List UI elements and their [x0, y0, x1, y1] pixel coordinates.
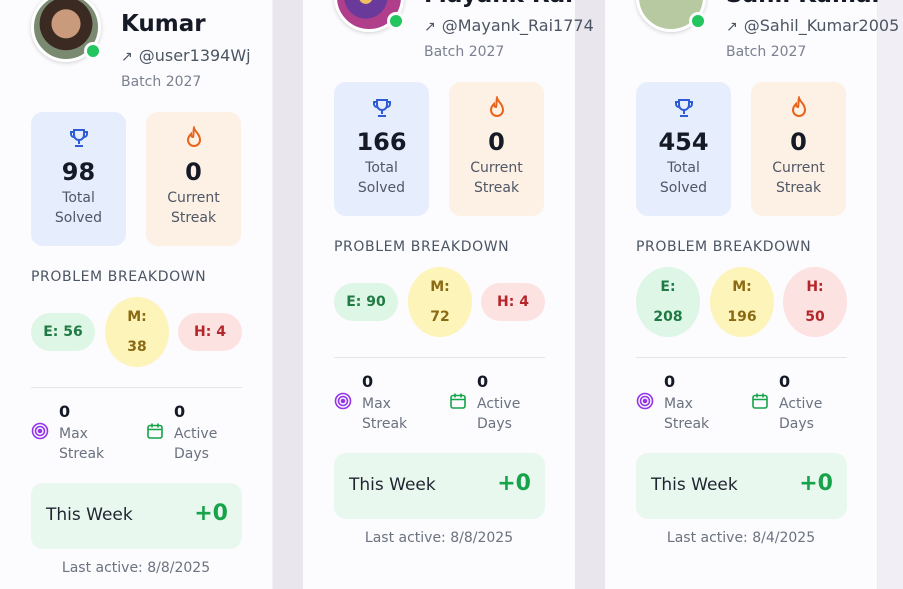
- student-name: Kumar: [121, 11, 206, 37]
- active-days-value: 0: [477, 372, 489, 391]
- profile-handle-link[interactable]: ↗ @user1394Wj: [121, 46, 251, 65]
- hard-count-badge: H: 4: [178, 313, 242, 351]
- easy-count-badge: E: 208: [636, 267, 700, 337]
- max-streak-stat: 0 Max Streak: [334, 372, 434, 434]
- this-week-label: This Week: [651, 475, 738, 495]
- medium-count-badge: M: 196: [710, 267, 774, 337]
- this-week-panel: This Week +0: [31, 483, 242, 549]
- max-streak-value: 0: [664, 372, 676, 391]
- flame-icon: [751, 94, 846, 122]
- target-icon: [334, 392, 352, 414]
- flame-icon: [146, 124, 241, 152]
- last-active-text: Last active: 8/8/2025: [364, 530, 514, 546]
- student-card[interactable]: Mayank Rai ↗@Mayank_Rai1774 Batch 2027 1…: [303, 0, 594, 589]
- target-icon: [636, 392, 654, 414]
- active-days-stat: 0 Active Days: [751, 372, 851, 434]
- this-week-panel: This Week +0: [334, 453, 545, 519]
- medium-count-badge: M: 72: [408, 267, 472, 337]
- easy-count-badge: E: 90: [334, 283, 398, 321]
- batch-label: Batch 2027: [726, 44, 807, 60]
- divider: [636, 357, 847, 358]
- this-week-label: This Week: [46, 505, 133, 525]
- max-streak-value: 0: [59, 402, 71, 421]
- last-active-text: Last active: 8/4/2025: [666, 530, 816, 546]
- active-days-label: Active Days: [477, 396, 521, 432]
- student-card[interactable]: Sahil Kumar ↗@Sahil_Kumar2005 Batch 2027…: [605, 0, 899, 589]
- total-solved-value: 98: [61, 158, 96, 186]
- current-streak-stat: 0 Current Streak: [751, 82, 846, 216]
- current-streak-stat: 0 Current Streak: [449, 82, 544, 216]
- total-solved-value: 454: [658, 128, 709, 156]
- problem-breakdown-title: PROBLEM BREAKDOWN: [31, 269, 207, 285]
- this-week-value: +0: [799, 471, 833, 496]
- total-solved-value: 166: [356, 128, 407, 156]
- current-streak-label: Current Streak: [772, 160, 825, 196]
- active-days-stat: 0 Active Days: [146, 402, 246, 464]
- medium-count-badge: M: 38: [105, 297, 169, 367]
- avatar[interactable]: [31, 0, 102, 62]
- total-solved-stat: 166 Total Solved: [334, 82, 429, 216]
- online-status-indicator: [84, 42, 102, 60]
- calendar-icon: [146, 422, 164, 444]
- avatar[interactable]: [636, 0, 707, 32]
- student-name: Mayank Rai: [424, 0, 573, 8]
- max-streak-label: Max Streak: [59, 426, 105, 462]
- current-streak-stat: 0 Current Streak: [146, 112, 241, 246]
- easy-count-badge: E: 56: [31, 313, 95, 351]
- this-week-value: +0: [194, 501, 228, 526]
- online-status-indicator: [387, 12, 405, 30]
- online-status-indicator: [689, 12, 707, 30]
- last-active-text: Last active: 8/8/2025: [61, 560, 211, 576]
- max-streak-value: 0: [362, 372, 374, 391]
- calendar-icon: [449, 392, 467, 414]
- avatar[interactable]: [334, 0, 405, 32]
- trophy-icon: [636, 96, 731, 122]
- target-icon: [31, 422, 49, 444]
- hard-count-badge: H: 50: [783, 267, 847, 337]
- external-link-icon: ↗: [726, 19, 738, 35]
- this-week-label: This Week: [349, 475, 436, 495]
- trophy-icon: [31, 126, 126, 152]
- profile-handle-link[interactable]: ↗ @Sahil_Kumar2005: [726, 16, 899, 35]
- max-streak-stat: 0 Max Streak: [636, 372, 736, 434]
- student-card[interactable]: Kumar ↗ @user1394Wj Batch 2027 98 Total So…: [0, 0, 272, 589]
- max-streak-stat: 0 Max Streak: [31, 402, 131, 464]
- current-streak-label: Current Streak: [167, 190, 220, 226]
- active-days-stat: 0 Active Days: [449, 372, 549, 434]
- current-streak-value: 0: [185, 158, 202, 186]
- flame-icon: [449, 94, 544, 122]
- profile-handle-link[interactable]: ↗ @Mayank_Rai1774: [424, 16, 594, 35]
- divider: [334, 357, 545, 358]
- trophy-icon: [334, 96, 429, 122]
- this-week-value: +0: [497, 471, 531, 496]
- active-days-label: Active Days: [174, 426, 218, 462]
- page-gap: [878, 0, 903, 589]
- active-days-value: 0: [779, 372, 791, 391]
- active-days-label: Active Days: [779, 396, 823, 432]
- total-solved-label: Total Solved: [659, 160, 708, 196]
- problem-breakdown-title: PROBLEM BREAKDOWN: [334, 239, 510, 255]
- total-solved-label: Total Solved: [357, 160, 406, 196]
- this-week-panel: This Week +0: [636, 453, 847, 519]
- student-name: Sahil Kumar: [726, 0, 883, 8]
- batch-label: Batch 2027: [121, 74, 202, 90]
- total-solved-label: Total Solved: [54, 190, 103, 226]
- current-streak-value: 0: [790, 128, 807, 156]
- external-link-icon: ↗: [121, 49, 133, 65]
- divider: [31, 387, 242, 388]
- batch-label: Batch 2027: [424, 44, 505, 60]
- current-streak-label: Current Streak: [470, 160, 523, 196]
- problem-breakdown-title: PROBLEM BREAKDOWN: [636, 239, 812, 255]
- max-streak-label: Max Streak: [664, 396, 710, 432]
- max-streak-label: Max Streak: [362, 396, 408, 432]
- current-streak-value: 0: [488, 128, 505, 156]
- hard-count-badge: H: 4: [481, 283, 545, 321]
- active-days-value: 0: [174, 402, 186, 421]
- calendar-icon: [751, 392, 769, 414]
- total-solved-stat: 98 Total Solved: [31, 112, 126, 246]
- total-solved-stat: 454 Total Solved: [636, 82, 731, 216]
- external-link-icon: ↗: [424, 19, 436, 35]
